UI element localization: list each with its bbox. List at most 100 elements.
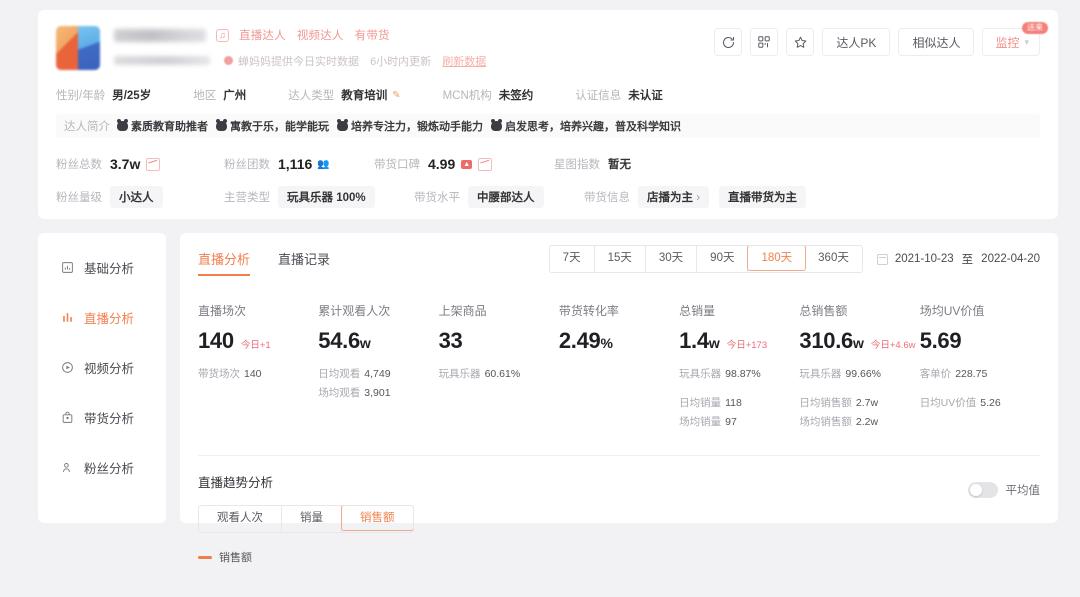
range-option-180d[interactable]: 180天 bbox=[747, 245, 806, 271]
monitor-button[interactable]: 监控 ▾ 送来 bbox=[982, 28, 1040, 56]
metric-value: 33 bbox=[439, 328, 463, 354]
similar-creator-button[interactable]: 相似达人 bbox=[898, 28, 974, 56]
average-toggle[interactable]: 平均值 bbox=[968, 482, 1041, 498]
metric-unit: w bbox=[360, 335, 371, 351]
metric-sub-key: 客单价 bbox=[920, 368, 952, 380]
sidebar-item-label: 粉丝分析 bbox=[84, 458, 134, 477]
play-circle-icon bbox=[60, 361, 75, 374]
attribute-row: 性别/年龄 男/25岁 地区 广州 达人类型 教育培训 ✎ MCN机构 未签约 bbox=[56, 84, 1040, 106]
metric-value-row: 2.49 % bbox=[559, 328, 679, 354]
date-separator: 至 bbox=[962, 251, 974, 267]
stat-pill: 玩具乐器 100% bbox=[278, 186, 375, 208]
metric-sub: 玩具乐器98.87% bbox=[679, 366, 799, 381]
attribute-key: MCN机构 bbox=[443, 87, 492, 103]
metric-value: 140 bbox=[198, 328, 234, 354]
name-row: ♫ 直播达人 视频达人 有带货 bbox=[114, 26, 486, 44]
trend-chart-icon[interactable] bbox=[146, 158, 160, 171]
creator-name bbox=[114, 29, 206, 42]
refresh-icon[interactable] bbox=[714, 28, 742, 56]
bio-chunk: 启发思考，培养兴趣，普及科学知识 bbox=[491, 118, 681, 134]
avatar[interactable] bbox=[56, 26, 100, 70]
realtime-note: 蝉妈妈提供今日实时数据 6小时内更新 刷新数据 bbox=[238, 53, 486, 69]
refresh-data-link[interactable]: 刷新数据 bbox=[442, 56, 486, 68]
trend-chart-icon[interactable] bbox=[478, 158, 492, 171]
attribute-key: 认证信息 bbox=[575, 87, 621, 103]
metric-sub-value: 60.61% bbox=[485, 368, 521, 380]
creator-tag: 视频达人 bbox=[297, 27, 344, 43]
sidebar-item-sales[interactable]: 带货分析 bbox=[38, 405, 166, 429]
creator-pk-button[interactable]: 达人PK bbox=[822, 28, 890, 56]
metric-sub-key: 日均UV价值 bbox=[920, 397, 977, 409]
metric-delta: 今日+173 bbox=[727, 337, 767, 351]
metric-sub-key: 场均销售额 bbox=[799, 416, 852, 428]
sidebar-item-live[interactable]: 直播分析 bbox=[38, 305, 166, 329]
metric-delta-value: +1 bbox=[260, 340, 271, 351]
metric-label: 上架商品 bbox=[439, 302, 559, 319]
metric-sub: 日均UV价值5.26 bbox=[920, 395, 1040, 410]
stat-xingtu-index: 星图指数 暂无 bbox=[554, 156, 631, 172]
metric-unit: w bbox=[853, 335, 864, 351]
average-switch[interactable] bbox=[968, 482, 998, 498]
trend-section: 直播趋势分析 观看人次 销量 销售额 平均值 销售额 bbox=[198, 455, 1040, 565]
star-icon[interactable] bbox=[786, 28, 814, 56]
live-icon bbox=[60, 311, 75, 324]
creator-tag: 有带货 bbox=[355, 27, 390, 43]
stat-pill-linked[interactable]: 店播为主 bbox=[638, 186, 709, 208]
metric-label: 场均UV价值 bbox=[920, 302, 1040, 319]
stat-sales-info: 带货信息 店播为主 直播带货为主 bbox=[584, 186, 806, 208]
trend-tab-amount[interactable]: 销售额 bbox=[341, 505, 414, 531]
metric-value-row: 33 bbox=[439, 328, 559, 354]
attribute-key: 地区 bbox=[193, 87, 216, 103]
metric-sub-value: 228.75 bbox=[955, 368, 987, 380]
date-start: 2021-10-23 bbox=[895, 253, 954, 265]
metric-label: 直播场次 bbox=[198, 302, 318, 319]
bio-chunk: 培养专注力，锻炼动手能力 bbox=[337, 118, 483, 134]
range-option-7d[interactable]: 7天 bbox=[550, 246, 595, 272]
tab-live-analysis[interactable]: 直播分析 bbox=[198, 249, 250, 276]
attribute-region: 地区 广州 bbox=[193, 87, 246, 103]
stats-row-secondary: 粉丝量级 小达人 主营类型 玩具乐器 100% 带货水平 中腰部达人 带货信息 … bbox=[56, 185, 1040, 209]
range-segment-group: 7天 15天 30天 90天 180天 360天 bbox=[549, 245, 863, 273]
metric-total-sales-volume: 总销量 1.4 w 今日+173 玩具乐器98.87% 日均销量118 场均销量… bbox=[679, 302, 799, 433]
stat-key: 带货信息 bbox=[584, 189, 630, 205]
stat-key: 带货水平 bbox=[414, 189, 460, 205]
stat-key: 主营类型 bbox=[224, 189, 270, 205]
attribute-value: 教育培训 bbox=[341, 87, 387, 103]
metric-sub-key: 场均观看 bbox=[318, 387, 360, 399]
metric-value-row: 140 今日+1 bbox=[198, 328, 318, 354]
metric-sub-key: 玩具乐器 bbox=[799, 368, 841, 380]
metric-avg-uv-value: 场均UV价值 5.69 客单价228.75 日均UV价值5.26 bbox=[920, 302, 1040, 433]
tab-live-records[interactable]: 直播记录 bbox=[278, 249, 330, 276]
sidebar-item-fans[interactable]: 粉丝分析 bbox=[38, 455, 166, 479]
bio-chunk-text: 寓教于乐，能学能玩 bbox=[230, 118, 329, 134]
metric-sub-key: 带货场次 bbox=[198, 368, 240, 380]
trend-title: 直播趋势分析 bbox=[198, 472, 1040, 491]
date-range-controls: 7天 15天 30天 90天 180天 360天 2021-10-23 至 20… bbox=[549, 245, 1040, 273]
people-icon: 👥 bbox=[317, 159, 329, 170]
stat-fans-group: 粉丝团数 1,116 👥 bbox=[224, 156, 374, 172]
edit-icon[interactable]: ✎ bbox=[392, 90, 400, 101]
range-option-90d[interactable]: 90天 bbox=[697, 246, 748, 272]
sidebar-item-video[interactable]: 视频分析 bbox=[38, 355, 166, 379]
user-icon bbox=[60, 461, 75, 474]
trend-tab-volume[interactable]: 销量 bbox=[282, 506, 342, 532]
metric-sub-group: 日均销售额2.7w 场均销售额2.2w bbox=[799, 395, 919, 429]
metric-sub-value: 3,901 bbox=[364, 387, 390, 399]
metric-value-row: 310.6 w 今日+4.6w bbox=[799, 328, 919, 354]
sidebar-item-label: 基础分析 bbox=[84, 258, 134, 277]
stat-fans-level: 粉丝量级 小达人 bbox=[56, 186, 224, 208]
date-picker[interactable]: 2021-10-23 至 2022-04-20 bbox=[877, 251, 1040, 267]
stat-key: 粉丝团数 bbox=[224, 156, 270, 172]
stat-key: 粉丝量级 bbox=[56, 189, 102, 205]
chart-legend: 销售额 bbox=[198, 549, 1040, 565]
sidebar-item-basic[interactable]: 基础分析 bbox=[38, 255, 166, 279]
metric-sub: 日均观看4,749 bbox=[318, 366, 438, 381]
range-option-15d[interactable]: 15天 bbox=[595, 246, 646, 272]
qrcode-icon[interactable] bbox=[750, 28, 778, 56]
switch-knob bbox=[970, 484, 982, 496]
stat-pill: 直播带货为主 bbox=[719, 186, 806, 208]
range-option-30d[interactable]: 30天 bbox=[646, 246, 697, 272]
metric-value-row: 1.4 w 今日+173 bbox=[679, 328, 799, 354]
trend-tab-views[interactable]: 观看人次 bbox=[199, 506, 282, 532]
range-option-360d[interactable]: 360天 bbox=[805, 246, 862, 272]
